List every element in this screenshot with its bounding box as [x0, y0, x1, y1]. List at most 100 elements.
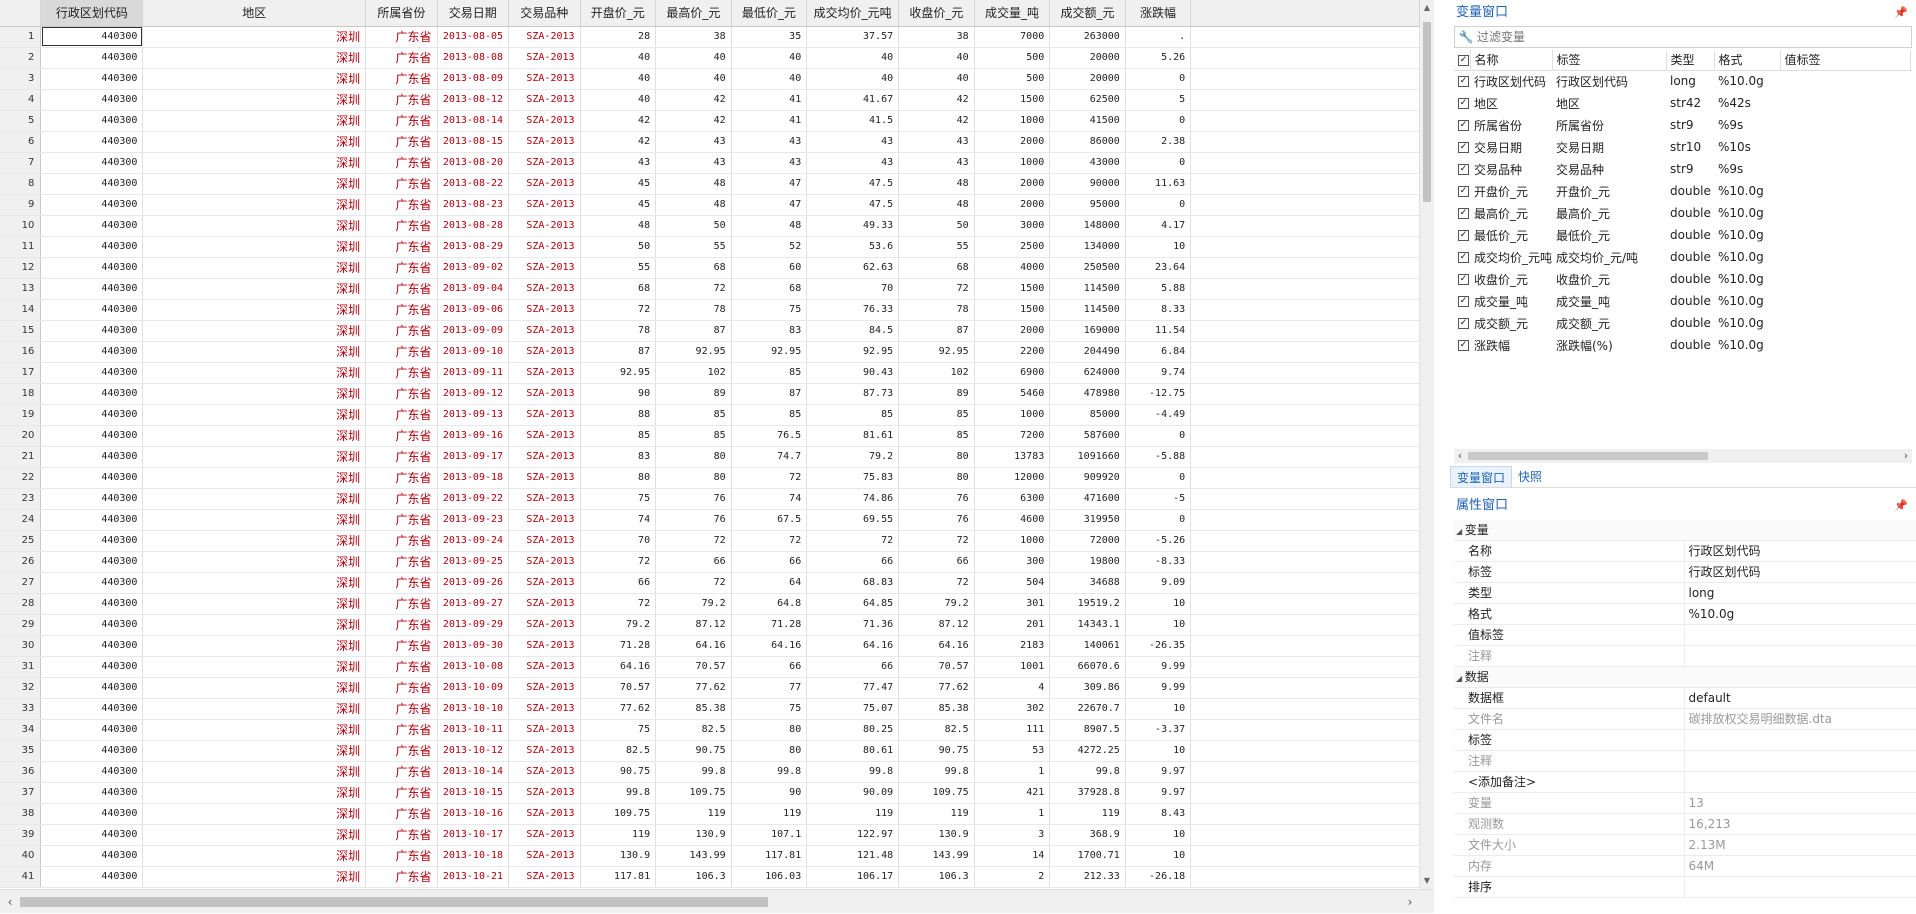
data-cell[interactable]: 40 [898, 47, 975, 69]
row-number[interactable]: 15 [0, 320, 42, 342]
data-cell[interactable]: 40 [731, 47, 808, 69]
checkbox-checked-icon[interactable]: ✓ [1458, 142, 1469, 153]
data-cell[interactable]: 10 [1125, 698, 1192, 720]
data-cell[interactable]: 42 [580, 110, 657, 132]
row-number[interactable]: 7 [0, 152, 42, 174]
data-cell[interactable]: 42 [580, 131, 657, 153]
row-number[interactable]: 14 [0, 299, 42, 321]
data-cell[interactable]: SZA-2013 [508, 383, 581, 405]
column-header[interactable]: 收盘价_元 [898, 0, 975, 27]
variable-label[interactable]: 涨跌幅(%) [1552, 334, 1666, 356]
data-cell[interactable]: 广东省 [365, 509, 438, 531]
variable-row[interactable]: ✓ 收盘价_元 收盘价_元 double %10.0g [1454, 268, 1910, 290]
row-number[interactable]: 2 [0, 47, 42, 69]
data-cell[interactable]: 440300 [40, 530, 144, 552]
data-cell[interactable]: 2013-10-10 [437, 698, 510, 720]
row-number[interactable]: 22 [0, 467, 42, 489]
variable-type[interactable]: str9 [1666, 158, 1714, 180]
data-cell[interactable]: 43 [806, 152, 900, 174]
table-row[interactable]: 39 440300 深圳 广东省 2013-10-17 SZA-2013 119 130.9 1… [0, 824, 1420, 846]
table-row[interactable]: 28 440300 深圳 广东省 2013-09-27 SZA-2013 72 79.2 64.… [0, 593, 1420, 615]
data-cell[interactable]: 72 [898, 278, 975, 300]
data-cell[interactable]: 41.67 [806, 89, 900, 111]
data-cell[interactable]: 深圳 [142, 635, 367, 657]
data-cell[interactable]: 82.5 [580, 740, 657, 762]
data-cell[interactable]: 深圳 [142, 824, 367, 846]
data-cell[interactable]: 309.86 [1049, 677, 1126, 699]
data-cell[interactable]: 2013-10-21 [437, 866, 510, 888]
data-cell[interactable]: 广东省 [365, 152, 438, 174]
row-number[interactable]: 10 [0, 215, 42, 237]
data-cell[interactable]: 92.95 [731, 341, 808, 363]
variable-type[interactable]: double [1666, 312, 1714, 334]
data-cell[interactable]: 66 [731, 656, 808, 678]
checkbox-checked-icon[interactable]: ✓ [1458, 164, 1469, 175]
data-cell[interactable]: SZA-2013 [508, 677, 581, 699]
data-cell[interactable]: 88 [580, 404, 657, 426]
data-cell[interactable]: 106.17 [806, 866, 900, 888]
data-cell[interactable]: 2013-09-17 [437, 446, 510, 468]
data-cell[interactable]: 89 [898, 383, 975, 405]
checkbox-checked-icon[interactable]: ✓ [1458, 274, 1469, 285]
data-cell[interactable]: 4272.25 [1049, 740, 1126, 762]
variable-label[interactable]: 成交额_元 [1552, 312, 1666, 334]
variable-checkbox[interactable]: ✓ [1454, 290, 1470, 312]
variable-name[interactable]: 所属省份 [1470, 114, 1552, 136]
data-cell[interactable]: 440300 [40, 26, 144, 48]
data-cell[interactable]: 80 [898, 467, 975, 489]
data-cell[interactable]: 119 [898, 803, 975, 825]
row-number[interactable]: 11 [0, 236, 42, 258]
data-cell[interactable]: 深圳 [142, 68, 367, 90]
data-cell[interactable]: 72 [580, 551, 657, 573]
data-cell[interactable]: 87.12 [655, 614, 732, 636]
data-cell[interactable]: 深圳 [142, 761, 367, 783]
variable-label[interactable]: 最高价_元 [1552, 202, 1666, 224]
data-cell[interactable]: 85.38 [655, 698, 732, 720]
data-cell[interactable]: 83 [580, 446, 657, 468]
data-cell[interactable]: SZA-2013 [508, 215, 581, 237]
data-cell[interactable]: 130.9 [655, 824, 732, 846]
data-cell[interactable]: 广东省 [365, 761, 438, 783]
scroll-right-icon[interactable]: › [1402, 890, 1418, 914]
data-cell[interactable]: 2013-09-11 [437, 362, 510, 384]
data-cell[interactable]: 0 [1125, 425, 1192, 447]
data-cell[interactable]: 53.6 [806, 236, 900, 258]
data-cell[interactable]: 2013-10-12 [437, 740, 510, 762]
table-row[interactable]: 25 440300 深圳 广东省 2013-09-24 SZA-2013 70 72 72 72 7… [0, 530, 1420, 552]
data-cell[interactable]: 广东省 [365, 404, 438, 426]
data-cell[interactable]: 2000 [974, 320, 1051, 342]
table-row[interactable]: 34 440300 深圳 广东省 2013-10-11 SZA-2013 75 82.5 80 8… [0, 719, 1420, 741]
data-cell[interactable]: 300 [974, 551, 1051, 573]
property-row[interactable]: 名称 行政区划代码 [1454, 540, 1916, 562]
data-cell[interactable]: 34688 [1049, 572, 1126, 594]
data-cell[interactable]: 62500 [1049, 89, 1126, 111]
data-cell[interactable]: 深圳 [142, 656, 367, 678]
data-cell[interactable]: 90000 [1049, 173, 1126, 195]
property-value[interactable] [1684, 729, 1916, 751]
data-cell[interactable]: SZA-2013 [508, 551, 581, 573]
data-cell[interactable]: -4.49 [1125, 404, 1192, 426]
data-cell[interactable]: 1000 [974, 152, 1051, 174]
property-value[interactable]: default [1684, 687, 1916, 709]
data-cell[interactable]: 43 [655, 152, 732, 174]
data-cell[interactable]: 4600 [974, 509, 1051, 531]
data-cell[interactable]: 2013-09-30 [437, 635, 510, 657]
variable-format[interactable]: %10.0g [1714, 312, 1780, 334]
data-cell[interactable]: 109.75 [580, 803, 657, 825]
data-cell[interactable]: . [1125, 26, 1192, 48]
data-cell[interactable]: 99.8 [1049, 761, 1126, 783]
data-cell[interactable]: 64.16 [898, 635, 975, 657]
scroll-left-icon[interactable]: ‹ [2, 890, 18, 914]
data-cell[interactable]: SZA-2013 [508, 761, 581, 783]
table-row[interactable]: 8 440300 深圳 广东省 2013-08-22 SZA-2013 45 48 47 47.5… [0, 173, 1420, 195]
property-row[interactable]: 格式 %10.0g [1454, 603, 1916, 625]
variable-format[interactable]: %9s [1714, 158, 1780, 180]
data-cell[interactable]: 117.81 [731, 845, 808, 867]
variable-type[interactable]: double [1666, 290, 1714, 312]
data-cell[interactable]: 2183 [974, 635, 1051, 657]
property-value[interactable] [1684, 750, 1916, 772]
data-cell[interactable]: 74 [580, 509, 657, 531]
variable-type[interactable]: str42 [1666, 92, 1714, 114]
data-cell[interactable]: 14343.1 [1049, 614, 1126, 636]
row-number[interactable]: 37 [0, 782, 42, 804]
